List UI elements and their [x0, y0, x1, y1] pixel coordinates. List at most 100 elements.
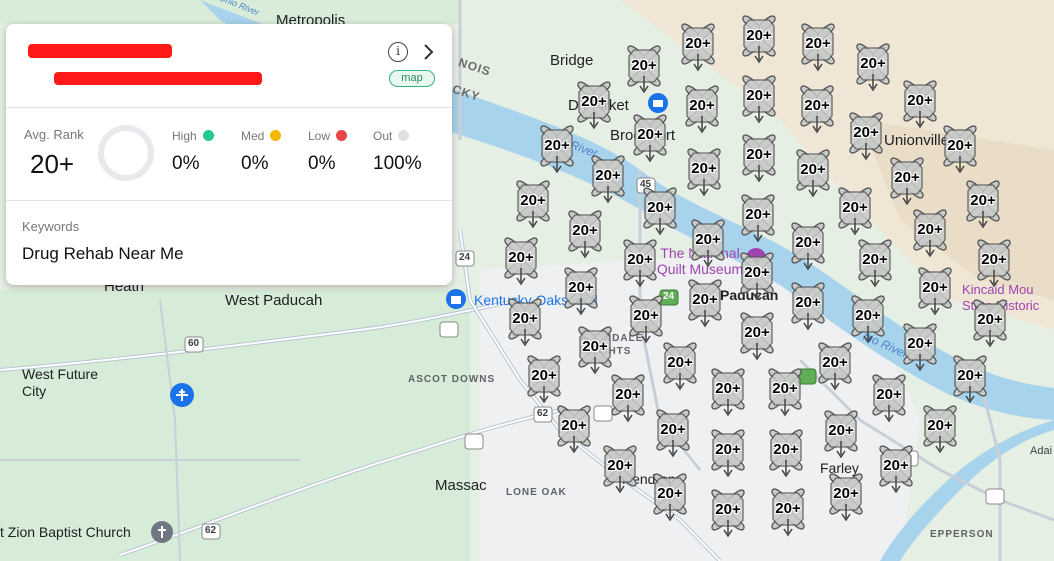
rank-pin[interactable]: 20+: [897, 320, 943, 372]
rank-pin[interactable]: 20+: [657, 339, 703, 391]
rank-pin-label: 20+: [746, 146, 772, 163]
rank-pin[interactable]: 20+: [647, 470, 693, 522]
rank-pin[interactable]: 20+: [762, 365, 808, 417]
rank-pin[interactable]: 20+: [605, 371, 651, 423]
rank-pin[interactable]: 20+: [705, 365, 751, 417]
rank-pin-label: 20+: [572, 222, 598, 239]
rank-pin[interactable]: 20+: [850, 40, 896, 92]
rank-pin-label: 20+: [692, 291, 718, 308]
rank-pin[interactable]: 20+: [937, 122, 983, 174]
rank-pin[interactable]: 20+: [852, 236, 898, 288]
rank-pin[interactable]: 20+: [681, 145, 727, 197]
rank-pin[interactable]: 20+: [785, 279, 831, 331]
chevron-right-icon[interactable]: [420, 41, 436, 63]
rank-pin[interactable]: 20+: [917, 402, 963, 454]
rank-pin-label: 20+: [957, 367, 983, 384]
rank-pin[interactable]: 20+: [621, 42, 667, 94]
rank-pin[interactable]: 20+: [551, 402, 597, 454]
rank-pin[interactable]: 20+: [765, 485, 811, 537]
rank-pin-label: 20+: [561, 417, 587, 434]
rank-pin[interactable]: 20+: [734, 249, 780, 301]
rank-pin[interactable]: 20+: [818, 407, 864, 459]
rank-pin[interactable]: 20+: [679, 82, 725, 134]
rank-pin[interactable]: 20+: [736, 72, 782, 124]
rank-pin[interactable]: 20+: [736, 12, 782, 64]
rank-pin[interactable]: 20+: [510, 177, 556, 229]
rank-pin[interactable]: 20+: [912, 264, 958, 316]
rank-pin[interactable]: 20+: [682, 276, 728, 328]
rank-pin[interactable]: 20+: [637, 184, 683, 236]
rank-stats: Avg. Rank 20+ High 0% Med 0% Low 0% Out …: [6, 109, 452, 201]
rank-pin-label: 20+: [907, 92, 933, 109]
shield-62-b: 62: [205, 525, 217, 536]
rank-pin-label: 20+: [595, 167, 621, 184]
redacted-business-name: [28, 44, 172, 58]
rank-pin[interactable]: 20+: [960, 177, 1006, 229]
rank-pin[interactable]: 20+: [763, 426, 809, 478]
rank-pin[interactable]: 20+: [558, 264, 604, 316]
rank-pin[interactable]: 20+: [572, 323, 618, 375]
rank-pin-label: 20+: [876, 386, 902, 403]
label-west-paducah: West Paducah: [225, 292, 323, 309]
label-massac: Massac: [435, 477, 487, 494]
rank-pin[interactable]: 20+: [685, 216, 731, 268]
rank-pin-label: 20+: [627, 251, 653, 268]
rank-pin[interactable]: 20+: [736, 131, 782, 183]
label-bridge: Bridge: [550, 52, 594, 69]
info-icon[interactable]: i: [388, 42, 408, 62]
rank-pin[interactable]: 20+: [705, 486, 751, 538]
rank-pin-label: 20+: [772, 380, 798, 397]
rank-pin[interactable]: 20+: [627, 111, 673, 163]
rank-pin-label: 20+: [657, 485, 683, 502]
rank-pin-label: 20+: [977, 311, 1003, 328]
rank-pin[interactable]: 20+: [967, 296, 1013, 348]
rank-pin-label: 20+: [615, 386, 641, 403]
rank-pin-label: 20+: [531, 367, 557, 384]
low-dot-icon: [336, 130, 348, 141]
rank-pin-label: 20+: [745, 206, 771, 223]
rank-pin[interactable]: 20+: [823, 470, 869, 522]
stat-low-label: Low: [308, 129, 331, 143]
rank-pin[interactable]: 20+: [790, 146, 836, 198]
rank-pin[interactable]: 20+: [795, 20, 841, 72]
stat-med: Med 0%: [241, 129, 282, 175]
rank-pin[interactable]: 20+: [534, 122, 580, 174]
rank-pin[interactable]: 20+: [843, 109, 889, 161]
rank-pin-label: 20+: [582, 338, 608, 355]
rank-pin-label: 20+: [970, 192, 996, 209]
rank-pin-label: 20+: [631, 57, 657, 74]
rank-pin[interactable]: 20+: [705, 426, 751, 478]
rank-pin[interactable]: 20+: [562, 207, 608, 259]
rank-pin[interactable]: 20+: [623, 292, 669, 344]
rank-pin[interactable]: 20+: [521, 352, 567, 404]
rank-pin[interactable]: 20+: [884, 154, 930, 206]
map-badge[interactable]: map: [389, 70, 435, 87]
rank-pin[interactable]: 20+: [794, 82, 840, 134]
rank-pin[interactable]: 20+: [866, 371, 912, 423]
rank-pin[interactable]: 20+: [873, 442, 919, 494]
rank-pin[interactable]: 20+: [502, 295, 548, 347]
high-dot-icon: [202, 130, 214, 141]
stat-high-label: High: [172, 129, 197, 143]
shield-62: 62: [537, 408, 549, 419]
rank-pin[interactable]: 20+: [907, 206, 953, 258]
rank-pin[interactable]: 20+: [812, 339, 858, 391]
rank-pin[interactable]: 20+: [971, 236, 1017, 288]
stat-out: Out 100%: [373, 129, 422, 175]
rank-pin[interactable]: 20+: [832, 184, 878, 236]
rank-pin[interactable]: 20+: [734, 309, 780, 361]
rank-pin[interactable]: 20+: [617, 236, 663, 288]
rank-pin-label: 20+: [508, 249, 534, 266]
rank-pin[interactable]: 20+: [597, 442, 643, 494]
rank-pin[interactable]: 20+: [735, 191, 781, 243]
stat-high: High 0%: [172, 129, 214, 175]
rank-pin[interactable]: 20+: [845, 292, 891, 344]
rank-pin[interactable]: 20+: [947, 352, 993, 404]
rank-pin[interactable]: 20+: [498, 234, 544, 286]
rank-pin[interactable]: 20+: [785, 219, 831, 271]
rank-pin[interactable]: 20+: [675, 20, 721, 72]
rank-pin[interactable]: 20+: [585, 152, 631, 204]
rank-pin-label: 20+: [917, 221, 943, 238]
rank-pin[interactable]: 20+: [650, 406, 696, 458]
rank-pin-label: 20+: [800, 161, 826, 178]
